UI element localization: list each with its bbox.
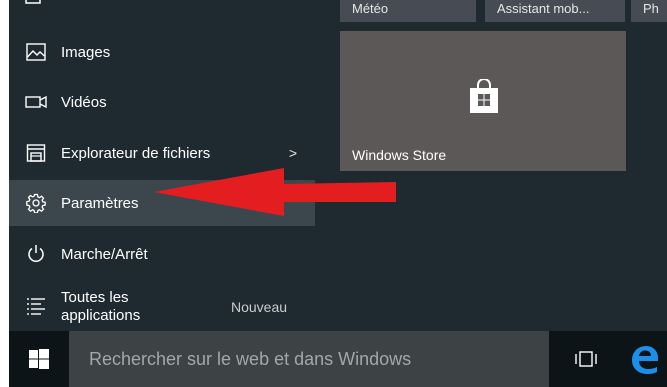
menu-item-all-apps[interactable]: Toutes les applications Nouveau <box>9 282 315 332</box>
task-view-icon <box>575 351 597 367</box>
all-apps-label: Toutes les applications <box>61 289 140 325</box>
images-icon <box>25 41 47 63</box>
store-bag-icon <box>470 79 498 113</box>
tile-label: Ph <box>643 1 659 16</box>
menu-item-label: Explorateur de fichiers <box>61 144 211 162</box>
menu-item-label: Vidéos <box>61 93 107 111</box>
power-icon <box>25 243 47 265</box>
search-placeholder: Rechercher sur le web et dans Windows <box>89 348 412 369</box>
task-view-button[interactable] <box>564 331 608 387</box>
menu-item-settings[interactable]: Paramètres <box>9 180 315 226</box>
all-apps-icon <box>25 296 47 318</box>
edge-icon <box>632 346 658 374</box>
menu-item-power[interactable]: Marche/Arrêt <box>9 231 315 277</box>
menu-item-label: Marche/Arrêt <box>61 245 148 263</box>
start-menu: Images Vidéos Explorateur de fichiers > … <box>9 0 667 331</box>
tile-label: Météo <box>352 1 389 16</box>
all-apps-label-line2: applications <box>61 307 141 324</box>
tile-windows-store[interactable]: Windows Store <box>340 31 626 171</box>
tile-photos[interactable]: Ph <box>631 0 667 22</box>
file-explorer-icon <box>25 142 47 164</box>
search-input[interactable]: Rechercher sur le web et dans Windows <box>69 331 549 387</box>
screen: Images Vidéos Explorateur de fichiers > … <box>0 0 667 387</box>
menu-item-images[interactable]: Images <box>9 29 315 75</box>
videos-icon <box>25 91 47 113</box>
start-button[interactable] <box>9 331 69 387</box>
menu-item-label: Images <box>61 43 111 61</box>
edge-browser-button[interactable] <box>629 331 667 387</box>
tile-store-label: Windows Store <box>352 147 447 163</box>
taskbar: Rechercher sur le web et dans Windows <box>9 331 667 387</box>
menu-item-label: Paramètres <box>61 194 139 212</box>
gear-icon <box>25 192 47 214</box>
menu-partial-icon <box>25 0 41 4</box>
chevron-right-icon[interactable]: > <box>289 145 297 161</box>
desktop-edge <box>0 0 9 387</box>
menu-item-videos[interactable]: Vidéos <box>9 79 315 125</box>
menu-item-file-explorer[interactable]: Explorateur de fichiers > <box>9 130 315 176</box>
tile-weather[interactable]: Météo <box>340 0 476 22</box>
tile-label: Assistant mob... <box>497 1 590 16</box>
all-apps-label-line1: Toutes les <box>61 289 129 306</box>
windows-logo-icon <box>29 349 49 369</box>
tile-phone-assistant[interactable]: Assistant mob... <box>485 0 625 22</box>
new-badge: Nouveau <box>231 299 288 315</box>
